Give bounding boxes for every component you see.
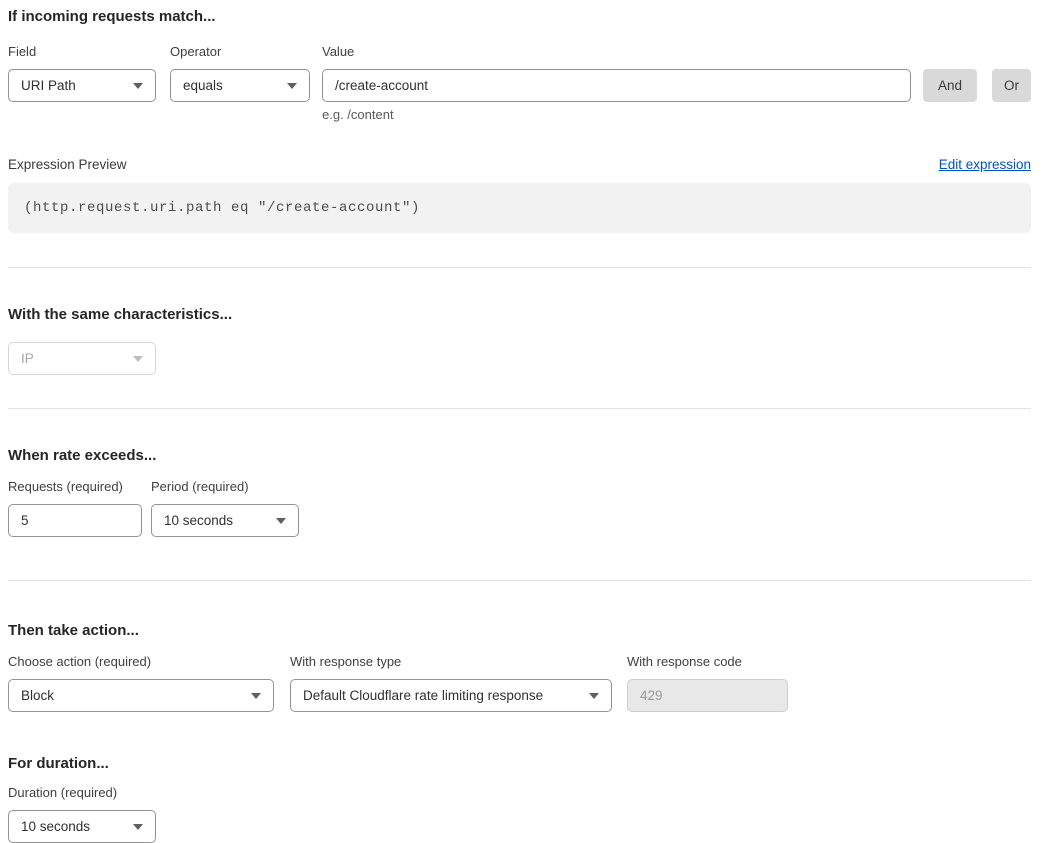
section-divider [8, 408, 1031, 409]
action-fields-row: Choose action (required) Block With resp… [8, 654, 1031, 712]
duration-label: Duration (required) [8, 785, 156, 801]
action-column: Choose action (required) Block [8, 654, 274, 712]
expression-preview-label: Expression Preview [8, 157, 127, 173]
action-select-value: Block [21, 688, 54, 703]
value-input[interactable] [322, 69, 911, 102]
operator-column: Operator equals [170, 44, 310, 102]
operator-select[interactable]: equals [170, 69, 310, 102]
or-column: Or [977, 44, 1031, 102]
field-column: Field URI Path [8, 44, 156, 102]
expression-preview-header: Expression Preview Edit expression [8, 157, 1031, 173]
rate-fields-row: Requests (required) Period (required) 10… [8, 479, 1031, 537]
field-select[interactable]: URI Path [8, 69, 156, 102]
value-label: Value [322, 44, 911, 60]
action-label: Choose action (required) [8, 654, 274, 670]
duration-select-value: 10 seconds [21, 819, 90, 834]
value-column: Value e.g. /content [322, 44, 911, 123]
requests-column: Requests (required) [8, 479, 142, 537]
match-section-title: If incoming requests match... [8, 7, 1031, 26]
response-code-label: With response code [627, 654, 788, 670]
characteristics-section-title: With the same characteristics... [8, 305, 1031, 324]
value-hint: e.g. /content [322, 107, 911, 123]
edit-expression-link[interactable]: Edit expression [939, 157, 1031, 172]
requests-input[interactable] [8, 504, 142, 537]
rate-section-title: When rate exceeds... [8, 446, 1031, 465]
action-select[interactable]: Block [8, 679, 274, 712]
response-code-input [627, 679, 788, 712]
response-type-select-value: Default Cloudflare rate limiting respons… [303, 688, 543, 703]
action-section-title: Then take action... [8, 621, 1031, 640]
operator-select-value: equals [183, 78, 223, 93]
field-label: Field [8, 44, 156, 60]
match-fields-row: Field URI Path Operator equals Value e.g… [8, 44, 1031, 123]
response-type-label: With response type [290, 654, 612, 670]
period-select[interactable]: 10 seconds [151, 504, 299, 537]
expression-preview-code: (http.request.uri.path eq "/create-accou… [8, 183, 1031, 233]
field-select-value: URI Path [21, 78, 76, 93]
response-type-select[interactable]: Default Cloudflare rate limiting respons… [290, 679, 612, 712]
section-divider [8, 267, 1031, 268]
or-button[interactable]: Or [992, 69, 1031, 102]
rate-limiting-rule-form: If incoming requests match... Field URI … [0, 0, 1048, 843]
chevron-down-icon [133, 356, 143, 362]
section-divider [8, 580, 1031, 581]
response-type-column: With response type Default Cloudflare ra… [290, 654, 612, 712]
response-code-column: With response code [627, 654, 788, 712]
duration-select[interactable]: 10 seconds [8, 810, 156, 843]
period-select-value: 10 seconds [164, 513, 233, 528]
characteristic-select: IP [8, 342, 156, 375]
chevron-down-icon [287, 83, 297, 89]
operator-label: Operator [170, 44, 310, 60]
chevron-down-icon [251, 693, 261, 699]
chevron-down-icon [276, 518, 286, 524]
and-column: And [911, 44, 977, 102]
duration-column: Duration (required) 10 seconds [8, 785, 156, 843]
chevron-down-icon [589, 693, 599, 699]
requests-label: Requests (required) [8, 479, 142, 495]
chevron-down-icon [133, 824, 143, 830]
chevron-down-icon [133, 83, 143, 89]
and-button[interactable]: And [923, 69, 977, 102]
characteristic-select-value: IP [21, 351, 34, 366]
period-label: Period (required) [151, 479, 299, 495]
period-column: Period (required) 10 seconds [151, 479, 299, 537]
duration-section-title: For duration... [8, 754, 1031, 773]
